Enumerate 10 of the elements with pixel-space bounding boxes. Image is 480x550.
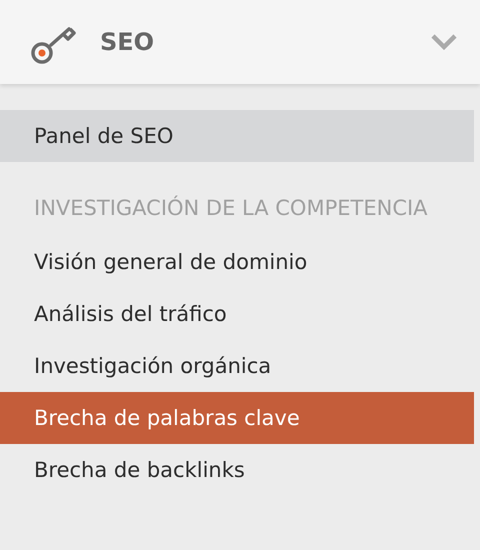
section-title: SEO xyxy=(100,28,156,56)
menu-heading: INVESTIGACIÓN DE LA COMPETENCIA xyxy=(33,194,429,222)
menu-item[interactable]: Análisis del tráfico xyxy=(0,288,474,340)
menu-header[interactable]: SEO xyxy=(0,0,480,84)
menu-item[interactable]: Brecha de palabras clave xyxy=(0,392,474,444)
menu-item[interactable]: Investigación orgánica xyxy=(0,340,474,392)
chevron-icon[interactable] xyxy=(430,33,458,51)
menu-item[interactable]: Brecha de backlinks xyxy=(0,444,474,496)
menu-item[interactable]: Panel de SEO xyxy=(0,110,474,162)
menu-item[interactable]: Visión general de dominio xyxy=(0,236,474,288)
